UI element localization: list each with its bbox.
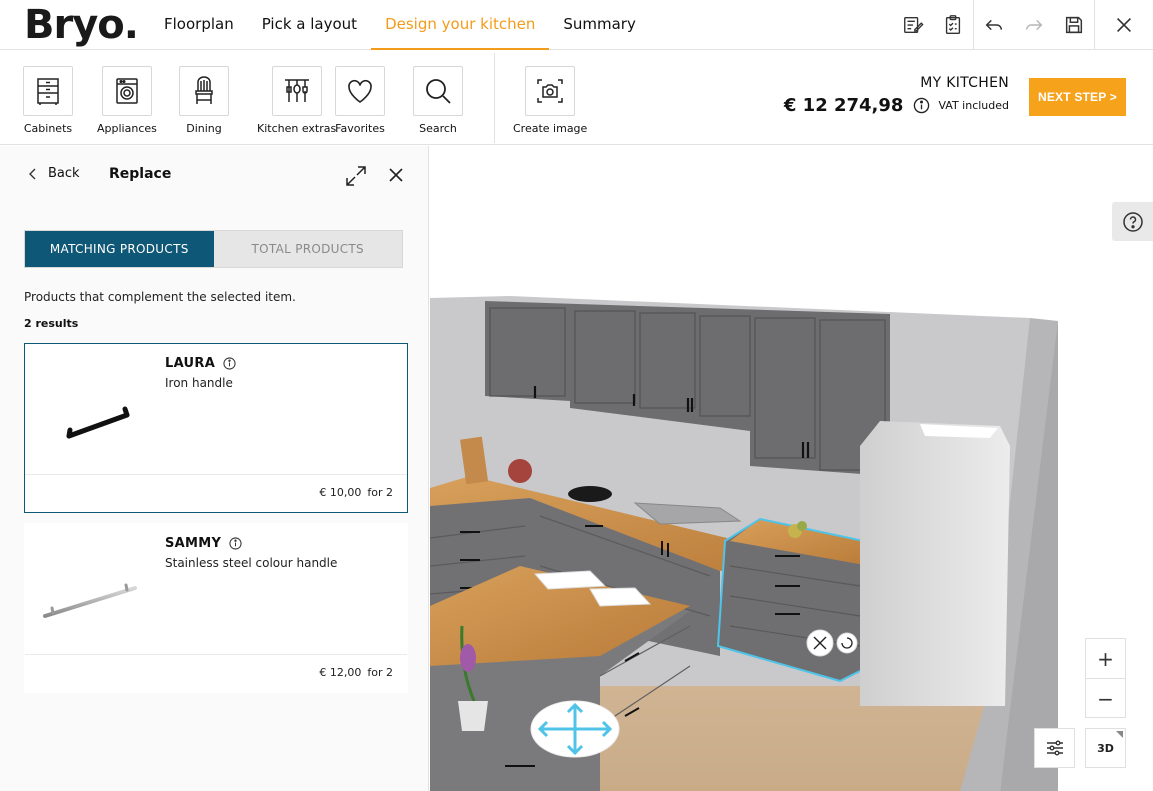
- tool-label: Create image: [513, 122, 588, 135]
- tab-total-products[interactable]: TOTAL PRODUCTS: [214, 231, 403, 267]
- kitchen-render[interactable]: [430, 146, 1153, 791]
- sliders-icon: [1046, 740, 1063, 756]
- save-button[interactable]: [1054, 0, 1094, 50]
- back-button[interactable]: Back: [26, 166, 80, 181]
- info-icon[interactable]: [229, 537, 242, 550]
- tool-favorites[interactable]: Favorites: [335, 66, 385, 135]
- view-settings-button[interactable]: [1034, 728, 1075, 768]
- price-info-button[interactable]: [913, 97, 930, 114]
- corner-indicator-icon: [1116, 731, 1123, 738]
- product-description: Iron handle: [165, 376, 233, 390]
- tool-label: Dining: [186, 122, 222, 135]
- clipboard-check-icon: [945, 15, 961, 34]
- expand-icon: [346, 166, 366, 186]
- help-button[interactable]: [1112, 202, 1153, 241]
- camera-icon: [537, 79, 563, 103]
- tool-label: Appliances: [97, 122, 157, 135]
- zoom-in-button[interactable]: +: [1086, 639, 1125, 679]
- product-image: [66, 406, 130, 439]
- main-nav: Floorplan Pick a layout Design your kitc…: [150, 0, 650, 50]
- panel-header: Back Replace: [0, 146, 429, 206]
- top-bar: Bryo. Floorplan Pick a layout Design you…: [0, 0, 1153, 50]
- toolbar-divider: [494, 53, 495, 143]
- expand-panel-button[interactable]: [344, 164, 368, 188]
- kitchen-3d-view[interactable]: + − 3D: [430, 146, 1153, 791]
- chevron-left-icon: [29, 168, 36, 179]
- heart-icon: [348, 79, 372, 103]
- product-image: [43, 583, 137, 618]
- search-icon: [426, 79, 451, 104]
- tool-label: Kitchen extras: [257, 122, 337, 135]
- product-quantity: for 2: [367, 666, 393, 679]
- close-icon: [1116, 17, 1132, 33]
- back-label: Back: [48, 166, 80, 181]
- price-summary: MY KITCHEN € 12 274,98 VAT included: [784, 75, 1009, 116]
- product-name: LAURA: [165, 356, 216, 371]
- info-icon[interactable]: [223, 357, 236, 370]
- undo-button[interactable]: [974, 0, 1014, 50]
- top-tools: [893, 0, 1153, 50]
- help-icon: [1122, 211, 1143, 232]
- product-name: SAMMY: [165, 536, 222, 551]
- checklist-button[interactable]: [933, 0, 973, 50]
- replace-panel: Back Replace MATCHING PRODUCTS TOTAL PRO…: [0, 146, 429, 791]
- brand-logo[interactable]: Bryo.: [24, 2, 139, 48]
- edit-list-icon: [904, 16, 924, 34]
- nav-tab-pick-layout[interactable]: Pick a layout: [248, 0, 371, 50]
- product-card-sammy[interactable]: SAMMY Stainless steel colour handle € 12…: [24, 523, 408, 693]
- close-app-button[interactable]: [1095, 0, 1153, 50]
- total-price: € 12 274,98: [783, 95, 904, 116]
- next-step-button[interactable]: NEXT STEP >: [1029, 78, 1126, 116]
- tool-label: Search: [419, 122, 457, 135]
- product-filter-tabs: MATCHING PRODUCTS TOTAL PRODUCTS: [24, 230, 403, 268]
- tool-search[interactable]: Search: [413, 66, 463, 135]
- nav-tab-design-kitchen[interactable]: Design your kitchen: [371, 0, 550, 50]
- product-price: € 12,00: [319, 666, 362, 679]
- tool-label: Cabinets: [23, 122, 73, 135]
- zoom-controls: + −: [1085, 638, 1126, 718]
- close-panel-button[interactable]: [386, 165, 406, 185]
- catalog-toolbar: Cabinets Appliances Dining Kitchen extra…: [0, 51, 1153, 145]
- tool-kitchen-extras[interactable]: Kitchen extras: [257, 66, 336, 135]
- save-icon: [1065, 16, 1083, 34]
- tool-label: Favorites: [335, 122, 385, 135]
- nav-tab-floorplan[interactable]: Floorplan: [150, 0, 248, 50]
- tab-matching-products[interactable]: MATCHING PRODUCTS: [25, 231, 214, 267]
- panel-description: Products that complement the selected it…: [24, 290, 296, 304]
- product-card-laura[interactable]: LAURA Iron handle € 10,00 for 2: [24, 343, 408, 513]
- info-icon: [914, 97, 930, 114]
- kitchen-name: MY KITCHEN: [920, 75, 1009, 91]
- tool-dining[interactable]: Dining: [179, 66, 229, 135]
- undo-icon: [985, 19, 1003, 31]
- vat-note: VAT included: [938, 99, 1009, 112]
- results-count: 2 results: [24, 317, 79, 330]
- tool-create-image[interactable]: Create image: [513, 66, 587, 135]
- view-mode-label: 3D: [1097, 741, 1114, 755]
- washing-machine-icon: [116, 78, 138, 104]
- notes-button[interactable]: [893, 0, 933, 50]
- close-icon: [389, 168, 403, 182]
- utensils-icon: [284, 79, 309, 102]
- cabinet-icon: [37, 78, 59, 105]
- product-description: Stainless steel colour handle: [165, 556, 338, 570]
- chair-icon: [195, 76, 213, 104]
- product-quantity: for 2: [367, 486, 393, 499]
- redo-button[interactable]: [1014, 0, 1054, 50]
- panel-title: Replace: [109, 166, 172, 182]
- nav-tab-summary[interactable]: Summary: [549, 0, 650, 50]
- zoom-out-button[interactable]: −: [1086, 679, 1125, 719]
- tool-appliances[interactable]: Appliances: [97, 66, 157, 135]
- tool-cabinets[interactable]: Cabinets: [23, 66, 73, 135]
- redo-icon: [1025, 19, 1043, 31]
- product-price: € 10,00: [319, 486, 362, 499]
- view-mode-button[interactable]: 3D: [1085, 728, 1126, 768]
